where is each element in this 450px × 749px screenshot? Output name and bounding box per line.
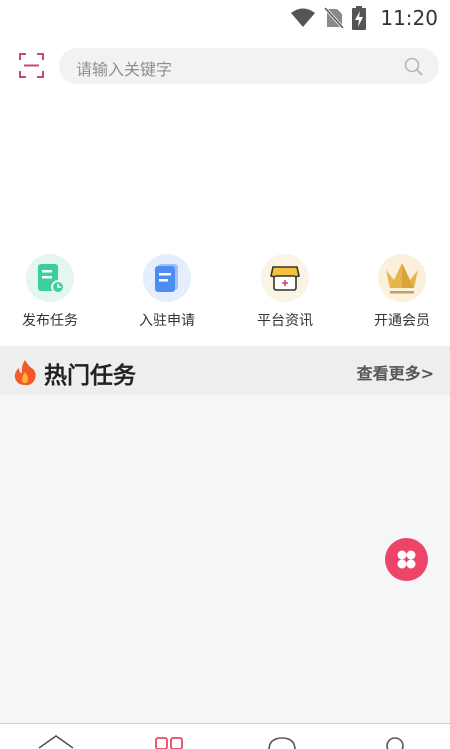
search-row: 请输入关键字 [0,48,450,84]
wifi-icon [291,8,316,27]
menu-item-publish-task[interactable]: 发布任务 [0,254,100,330]
grid-icon[interactable] [155,734,185,749]
quick-menu: 发布任务 入驻申请 平台资讯 开通会员 [0,254,450,334]
flame-icon [14,360,36,386]
status-time: 11:20 [380,6,438,30]
menu-item-apply[interactable]: 入驻申请 [117,254,217,330]
home-icon[interactable] [38,734,74,749]
view-more-link[interactable]: 查看更多> [357,360,434,384]
battery-charging-icon [352,6,367,30]
four-dots-icon [397,550,416,569]
search-icon[interactable] [404,57,423,76]
hot-tasks-title: 热门任务 [44,363,136,389]
search-placeholder: 请输入关键字 [76,60,173,79]
no-sim-icon [324,7,345,29]
hot-tasks-list [0,395,450,723]
apply-document-icon [143,254,191,302]
hot-tasks-header: 热门任务 查看更多> [0,346,450,395]
menu-item-label: 入驻申请 [139,313,195,329]
crown-icon [378,254,426,302]
bottom-nav [0,723,450,749]
menu-item-label: 发布任务 [22,313,78,329]
menu-item-label: 平台资讯 [257,313,313,329]
scan-icon[interactable] [19,53,44,78]
message-icon[interactable] [267,734,297,749]
search-input[interactable]: 请输入关键字 [59,48,439,84]
status-bar: 11:20 [0,0,450,36]
menu-item-membership[interactable]: 开通会员 [352,254,450,330]
menu-item-platform-news[interactable]: 平台资讯 [235,254,335,330]
menu-item-label: 开通会员 [374,313,430,329]
profile-icon[interactable] [383,734,407,749]
floating-menu-button[interactable] [385,538,428,581]
publish-task-icon [26,254,74,302]
store-awning-icon [261,254,309,302]
